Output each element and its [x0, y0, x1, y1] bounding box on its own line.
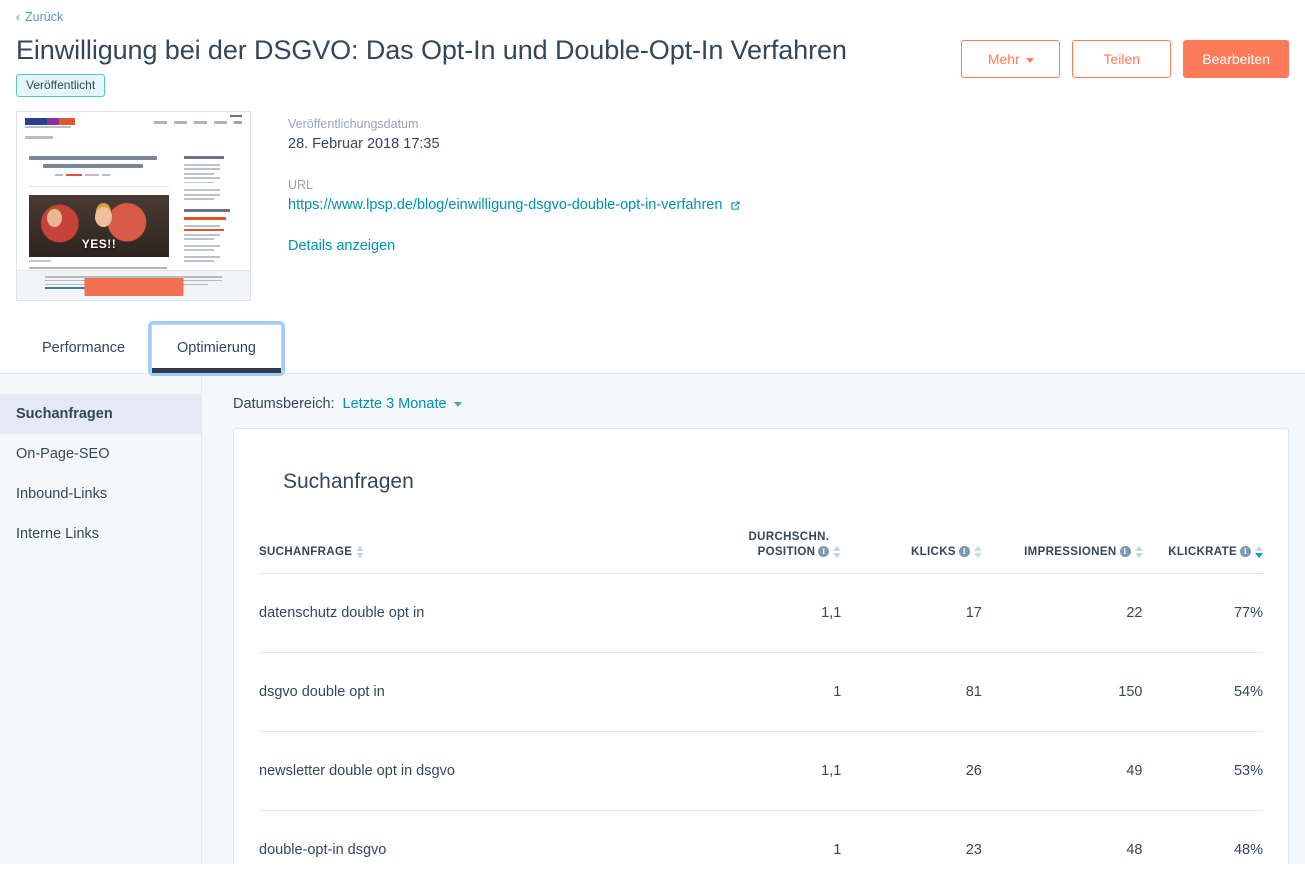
post-url-link[interactable]: https://www.lpsp.de/blog/einwilligung-ds… — [288, 195, 742, 215]
column-header-suchanfrage[interactable]: SUCHANFRAGE — [259, 520, 661, 574]
cell-clicks: 17 — [841, 573, 982, 653]
sort-toggle-suchanfrage[interactable] — [356, 546, 365, 558]
table-row[interactable]: double-opt-in dsgvo 1 23 48 48% — [259, 811, 1263, 866]
column-label-impressionen: IMPRESSIONEN — [1024, 546, 1117, 558]
cell-position: 1 — [660, 652, 842, 732]
more-button-label: Mehr — [987, 51, 1020, 67]
edit-button[interactable]: Bearbeiten — [1183, 40, 1289, 78]
content-column: Datumsbereich: Letzte 3 Monate Suchanfra… — [202, 374, 1305, 865]
cell-clicks: 23 — [965, 842, 982, 858]
daterange-dropdown[interactable]: Letzte 3 Monate — [343, 394, 462, 414]
chevron-down-icon — [1025, 57, 1034, 63]
cell-query: datenschutz double opt in — [259, 573, 661, 653]
cell-impressions: 22 — [981, 573, 1143, 653]
sort-toggle-klicks[interactable] — [973, 546, 982, 558]
cell-ctr: 54% — [1142, 652, 1263, 732]
back-link[interactable]: ‹ Zurück — [16, 9, 63, 25]
share-button[interactable]: Teilen — [1072, 40, 1172, 78]
daterange-row: Datumsbereich: Letzte 3 Monate — [233, 374, 1289, 428]
sort-toggle-klickrate[interactable] — [1255, 546, 1263, 558]
site-logo-icon — [25, 118, 75, 125]
cell-position: 1,1 — [660, 731, 842, 811]
cell-impressions: 48 — [1126, 842, 1143, 858]
sidebar-item-inbound-links[interactable]: Inbound-Links — [0, 474, 201, 514]
cell-query: newsletter double opt in dsgvo — [259, 731, 661, 811]
tab-bar: Performance Optimierung — [0, 321, 1305, 376]
daterange-label: Datumsbereich: — [233, 396, 335, 412]
cell-position: 1,1 — [660, 573, 842, 653]
daterange-value: Letzte 3 Monate — [342, 396, 447, 412]
column-header-klicks[interactable]: KLICKS i — [841, 520, 982, 574]
cell-query: dsgvo double opt in — [259, 652, 661, 732]
page-title: Einwilligung bei der DSGVO: Das Opt-In u… — [16, 35, 847, 65]
meta-section: YES!! Veröffentlichungsdatum 28. Februar… — [0, 97, 1305, 301]
table-header-row: SUCHANFRAGE DURCHSCHN. POSITION i — [259, 520, 1263, 574]
chevron-down-icon — [453, 401, 462, 407]
cell-clicks: 81 — [841, 652, 982, 732]
status-badge: Veröffentlicht — [16, 74, 106, 97]
post-thumbnail[interactable]: YES!! — [16, 111, 251, 301]
header-actions: Mehr Teilen Bearbeiten — [961, 32, 1289, 78]
info-icon[interactable]: i — [1240, 546, 1251, 557]
cell-ctr: 48% — [1233, 842, 1263, 858]
column-header-klickrate[interactable]: KLICKRATE i — [1142, 520, 1263, 574]
cell-impressions: 49 — [981, 731, 1143, 811]
external-link-icon — [731, 200, 740, 210]
queries-table-head: SUCHANFRAGE DURCHSCHN. POSITION i — [259, 520, 1263, 574]
publish-date-label: Veröffentlichungsdatum — [288, 117, 419, 131]
tab-performance[interactable]: Performance — [16, 324, 151, 373]
show-details-link[interactable]: Details anzeigen — [288, 238, 395, 254]
cell-position: 1 — [833, 842, 842, 858]
url-row: https://www.lpsp.de/blog/einwilligung-ds… — [288, 195, 742, 215]
post-url-text: https://www.lpsp.de/blog/einwilligung-ds… — [288, 197, 723, 213]
chevron-left-icon: ‹ — [16, 9, 20, 24]
sort-toggle-impressionen[interactable] — [1134, 546, 1143, 558]
optimization-sidebar: Suchanfragen On-Page-SEO Inbound-Links I… — [0, 374, 202, 864]
table-row[interactable]: newsletter double opt in dsgvo 1,1 26 49… — [259, 731, 1263, 811]
column-label-klickrate: KLICKRATE — [1168, 546, 1237, 558]
queries-table: SUCHANFRAGE DURCHSCHN. POSITION i — [259, 520, 1263, 865]
sidebar-item-on-page-seo[interactable]: On-Page-SEO — [0, 434, 201, 474]
thumbnail-hero-image: YES!! — [29, 195, 169, 257]
column-label-suchanfrage: SUCHANFRAGE — [259, 546, 353, 558]
column-header-durchschn-position[interactable]: DURCHSCHN. POSITION i — [660, 520, 842, 574]
column-label-durchschn: DURCHSCHN. — [748, 531, 830, 543]
tab-optimierung[interactable]: Optimierung — [148, 321, 285, 376]
thumbnail-caption: YES!! — [81, 237, 117, 251]
body-area: Suchanfragen On-Page-SEO Inbound-Links I… — [0, 374, 1305, 865]
cell-clicks: 26 — [841, 731, 982, 811]
title-row: Einwilligung bei der DSGVO: Das Opt-In u… — [16, 32, 1289, 97]
meta-info: Veröffentlichungsdatum 28. Februar 2018 … — [251, 111, 742, 301]
info-icon[interactable]: i — [818, 546, 830, 557]
sidebar-item-suchanfragen[interactable]: Suchanfragen — [0, 394, 201, 434]
card-title: Suchanfragen — [283, 470, 414, 493]
cell-query: double-opt-in dsgvo — [259, 842, 387, 858]
app-root: ‹ Zurück Einwilligung bei der DSGVO: Das… — [0, 0, 1305, 890]
table-row[interactable]: dsgvo double opt in 1 81 150 54% — [259, 652, 1263, 732]
queries-card: Suchanfragen SUCHANFRAGE DURCHSCHN. POSI… — [233, 428, 1289, 865]
cell-ctr: 53% — [1142, 731, 1263, 811]
column-label-klicks: KLICKS — [910, 546, 956, 558]
info-icon[interactable]: i — [958, 546, 970, 557]
sidebar-item-interne-links[interactable]: Interne Links — [0, 514, 201, 554]
cell-impressions: 150 — [981, 652, 1143, 732]
url-label: URL — [288, 178, 314, 192]
more-button[interactable]: Mehr — [961, 40, 1061, 78]
column-label-position: POSITION — [757, 546, 816, 558]
queries-table-body: datenschutz double opt in 1,1 17 22 77% … — [259, 573, 1263, 866]
title-block: Einwilligung bei der DSGVO: Das Opt-In u… — [16, 32, 847, 97]
thumbnail-preview: YES!! — [17, 112, 250, 300]
cell-ctr: 77% — [1142, 573, 1263, 653]
page-header: ‹ Zurück Einwilligung bei der DSGVO: Das… — [0, 0, 1305, 97]
info-icon[interactable]: i — [1119, 546, 1131, 557]
column-header-impressionen[interactable]: IMPRESSIONEN i — [981, 520, 1143, 574]
table-row[interactable]: datenschutz double opt in 1,1 17 22 77% — [259, 573, 1263, 653]
back-link-label: Zurück — [25, 10, 64, 24]
sort-toggle-position[interactable] — [833, 546, 842, 558]
publish-date-value: 28. Februar 2018 17:35 — [288, 136, 440, 152]
